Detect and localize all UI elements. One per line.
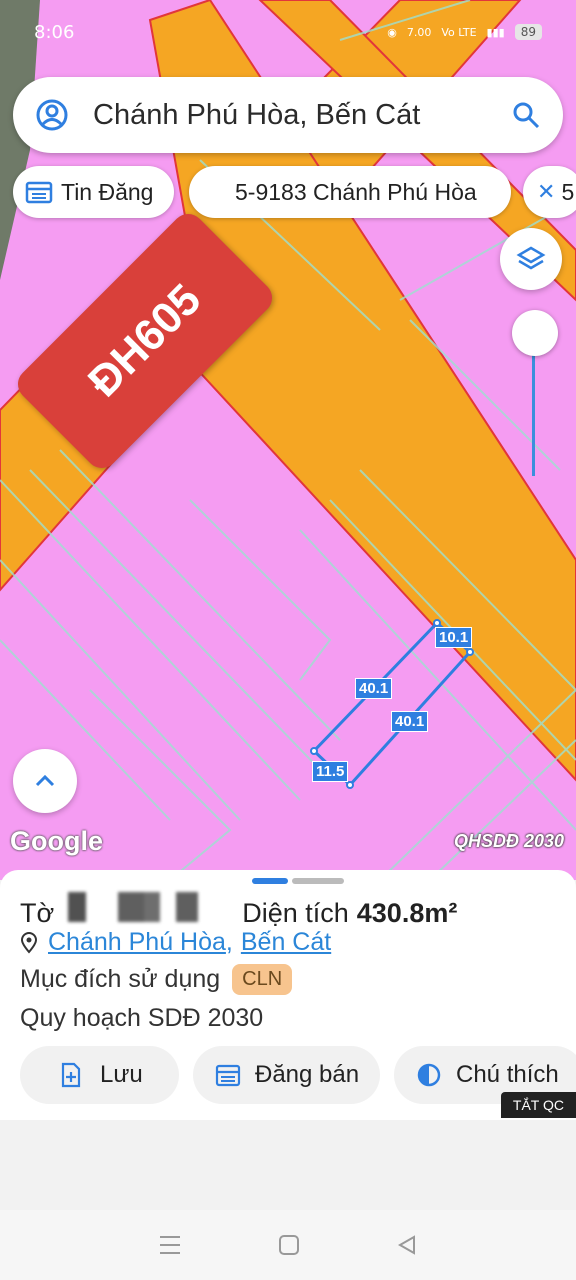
bookmark-plus-icon [61,1062,81,1088]
dimension-label: 40.1 [355,678,393,699]
parcel-title-row: Tờ Diện tích 430.8m² [20,892,457,929]
status-icons: ◉ 7.00 Vo LTE ▮▮▮ 89 [387,24,542,40]
post-label: Đăng bán [255,1061,360,1088]
status-bar: 8:06 ◉ 7.00 Vo LTE ▮▮▮ 89 [0,0,576,64]
location-separator: , [225,928,233,956]
layers-button[interactable] [500,228,562,290]
chip-label: 5 [561,178,575,205]
contrast-icon [417,1063,441,1087]
purpose-badge: CLN [232,964,293,995]
sheet-handle[interactable] [292,878,344,884]
dimension-label: 10.1 [435,627,473,648]
post-for-sale-button[interactable]: Đăng bán [193,1046,380,1104]
status-speed: 7.00 [406,25,432,39]
chip-label: 5-9183 Chánh Phú Hòa [235,178,477,205]
search-icon[interactable] [511,100,541,130]
back-icon[interactable] [396,1234,418,1256]
chevron-up-icon [35,774,55,787]
chip-tool[interactable]: ✕ 5 [523,166,576,218]
location-pin-icon [20,931,38,954]
battery-level: 89 [514,24,542,40]
location-link-commune[interactable]: Chánh Phú Hòa [48,928,226,957]
dimension-label: 40.1 [391,711,429,732]
system-nav-bar [0,1210,576,1280]
opacity-slider-knob[interactable] [512,310,558,356]
person-circle-icon[interactable] [35,98,69,132]
planning-label: Quy hoạch SDĐ 2030 [20,1004,264,1032]
area-value: 430.8m² [356,898,458,928]
tool-icon: ✕ [537,179,556,204]
home-square-icon[interactable] [278,1234,300,1256]
legend-label: Chú thích [456,1061,559,1088]
calendar-icon [215,1064,241,1087]
redacted-number [58,892,239,922]
location-row[interactable]: Chánh Phú Hòa , Bến Cát [20,928,331,957]
google-attribution: Google [10,826,103,856]
sheet-handle-active[interactable] [252,878,288,884]
status-time: 8:06 [34,21,75,43]
map-view[interactable]: 8:06 ◉ 7.00 Vo LTE ▮▮▮ 89 Chánh Phú Hòa,… [0,0,576,880]
location-indicator-icon: ◉ [387,25,397,39]
parcel-info-sheet[interactable]: Tờ Diện tích 430.8m² Chánh Phú Hòa , Bến… [0,870,576,1120]
dimension-label: 11.5 [312,761,349,782]
layers-icon [516,246,546,270]
search-input[interactable]: Chánh Phú Hòa, Bến Cát [93,99,511,132]
location-link-district[interactable]: Bến Cát [241,928,331,957]
menu-icon[interactable] [158,1234,182,1256]
save-button[interactable]: Lưu [20,1046,179,1104]
purpose-label: Mục đích sử dụng [20,965,221,993]
signal-icon: ▮▮▮ [486,25,505,39]
status-network: Vo LTE [441,25,477,39]
search-bar[interactable]: Chánh Phú Hòa, Bến Cát [13,77,563,153]
save-label: Lưu [100,1061,143,1088]
purpose-row: Mục đích sử dụng CLN [20,964,293,995]
hide-ads-button[interactable]: TẮT QC [500,1092,576,1118]
expand-button[interactable] [13,749,77,813]
map-layer-label: QHSDĐ 2030 [453,831,564,851]
sheet-prefix: Tờ [20,898,55,928]
chip-label: Tin Đăng [61,178,154,205]
chip-parcel[interactable]: 5-9183 Chánh Phú Hòa [189,166,511,218]
area-label: Diện tích [242,898,349,928]
chip-tin-dang[interactable]: Tin Đăng [13,166,174,218]
calendar-icon [25,181,53,204]
